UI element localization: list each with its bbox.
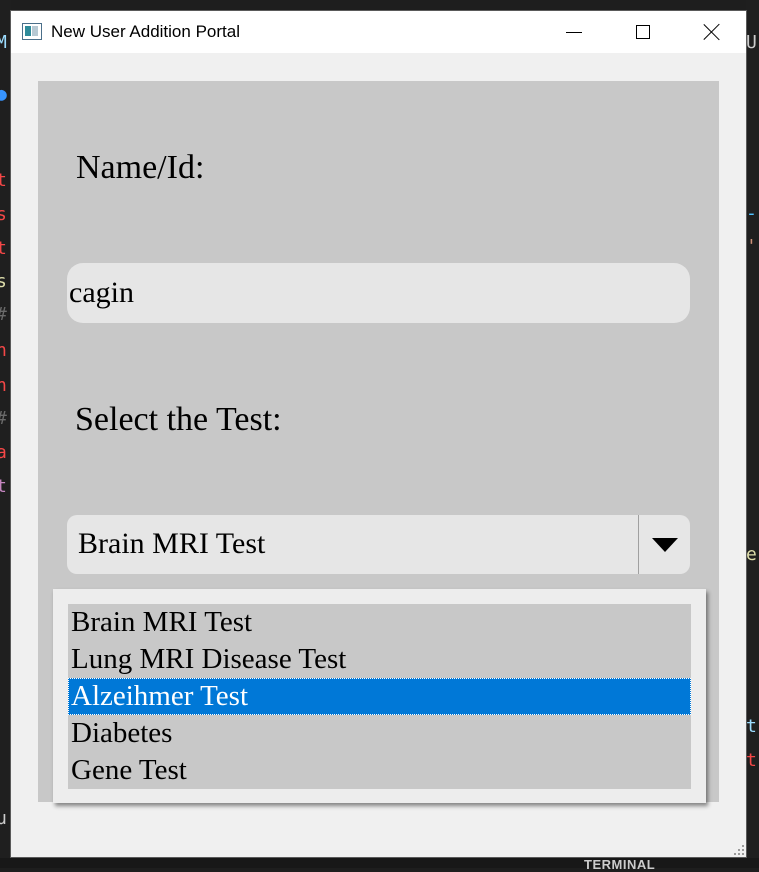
test-select[interactable]: Brain MRI Test <box>67 515 690 574</box>
background-editor-right: U - ' e t t <box>746 0 759 868</box>
minimize-button[interactable] <box>551 11 597 53</box>
background-terminal-tab[interactable]: TERMINAL <box>584 857 655 872</box>
dropdown-option-alzeihmer[interactable]: Alzeihmer Test <box>68 678 691 715</box>
title-bar[interactable]: New User Addition Portal <box>11 11 746 53</box>
triangle-down-icon <box>651 537 678 552</box>
test-label: Select the Test: <box>75 401 282 438</box>
dropdown-option-gene[interactable]: Gene Test <box>68 752 691 789</box>
app-icon <box>22 23 42 40</box>
close-button[interactable] <box>689 11 735 53</box>
name-input[interactable] <box>67 263 690 323</box>
window-title: New User Addition Portal <box>51 22 240 41</box>
maximize-icon <box>636 25 650 39</box>
dropdown-popup: Brain MRI Test Lung MRI Disease Test Alz… <box>53 589 706 803</box>
name-label: Name/Id: <box>76 149 205 186</box>
maximize-button[interactable] <box>620 11 666 53</box>
resize-grip[interactable] <box>732 843 744 855</box>
dropdown-option-brain-mri[interactable]: Brain MRI Test <box>68 604 691 641</box>
dropdown-list: Brain MRI Test Lung MRI Disease Test Alz… <box>68 604 691 789</box>
test-select-value: Brain MRI Test <box>78 527 266 560</box>
close-icon <box>703 23 721 41</box>
minimize-icon <box>566 31 582 33</box>
dropdown-option-lung-mri[interactable]: Lung MRI Disease Test <box>68 641 691 678</box>
app-window: New User Addition Portal Name/Id: Select… <box>10 10 747 858</box>
dropdown-button[interactable] <box>639 515 690 574</box>
dropdown-option-diabetes[interactable]: Diabetes <box>68 715 691 752</box>
